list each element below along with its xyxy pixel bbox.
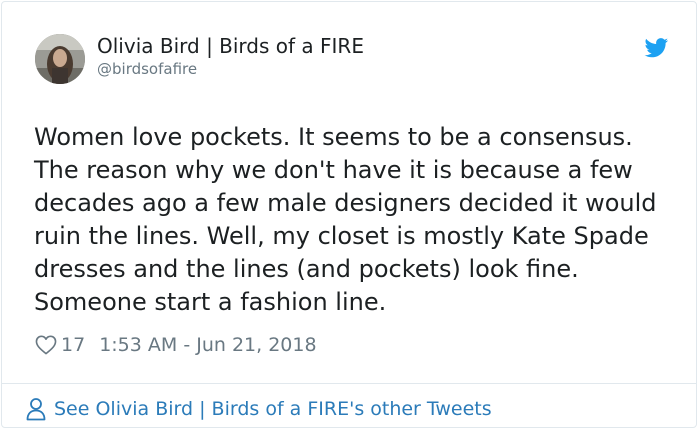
twitter-bird-icon[interactable]: [644, 38, 669, 58]
see-other-tweets-label[interactable]: See Olivia Bird | Birds of a FIRE's othe…: [54, 398, 492, 420]
divider: [2, 383, 696, 384]
author-handle[interactable]: @birdsofafire: [97, 60, 197, 78]
see-other-tweets-link[interactable]: See Olivia Bird | Birds of a FIRE's othe…: [26, 396, 492, 422]
person-icon: [26, 398, 46, 421]
avatar[interactable]: [35, 34, 85, 84]
tweet-meta: 17 1:53 AM - Jun 21, 2018: [35, 332, 317, 358]
heart-icon[interactable]: [35, 335, 57, 355]
like-count[interactable]: 17: [61, 334, 85, 356]
author-name[interactable]: Olivia Bird | Birds of a FIRE: [97, 34, 364, 58]
tweet-text: Women love pockets. It seems to be a con…: [34, 123, 657, 316]
tweet-card: Olivia Bird | Birds of a FIRE @birdsofaf…: [1, 1, 697, 428]
tweet-timestamp[interactable]: 1:53 AM - Jun 21, 2018: [99, 334, 316, 356]
